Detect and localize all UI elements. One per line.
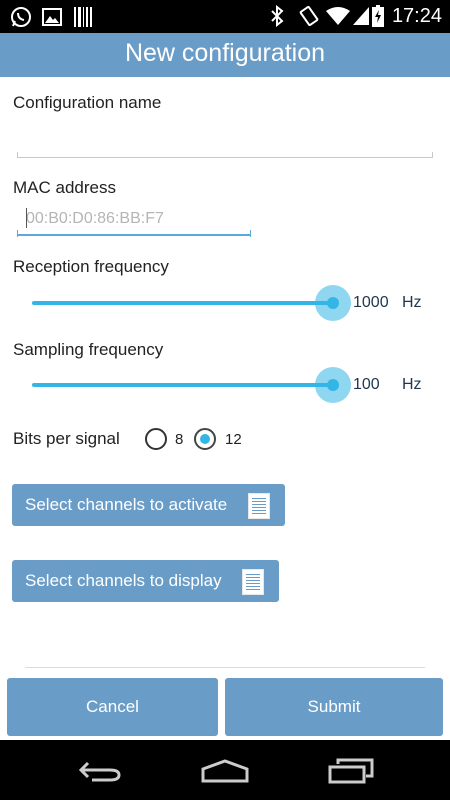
barcode-icon <box>74 7 92 27</box>
slider-track <box>32 301 332 305</box>
radio-selected-dot <box>200 434 210 444</box>
cancel-button-label: Cancel <box>86 697 139 716</box>
radio-bits-12[interactable] <box>194 428 216 450</box>
bits-per-signal-label: Bits per signal <box>13 429 120 448</box>
status-bar: 17:24 <box>0 0 450 33</box>
mac-address-input[interactable] <box>18 204 251 236</box>
bluetooth-icon <box>271 5 284 27</box>
slider-thumb[interactable] <box>327 379 339 391</box>
sampling-frequency-unit: Hz <box>402 376 422 393</box>
battery-icon <box>372 5 384 27</box>
slider-track <box>32 383 332 387</box>
reception-frequency-unit: Hz <box>402 294 422 311</box>
activate-button-label: Select channels to activate <box>25 495 228 514</box>
status-time: 17:24 <box>391 5 442 27</box>
radio-bits-8[interactable] <box>145 428 167 450</box>
select-channels-activate-button[interactable]: Select channels to activate <box>12 484 285 526</box>
display-button-label: Select channels to display <box>25 571 222 590</box>
sampling-frequency-label: Sampling frequency <box>13 340 164 359</box>
action-bar: New configuration <box>0 33 450 77</box>
config-name-field[interactable] <box>17 120 433 158</box>
signal-icon <box>353 7 369 25</box>
config-name-label: Configuration name <box>13 93 162 112</box>
sampling-frequency-value: 100 <box>353 376 380 393</box>
reception-frequency-value: 1000 <box>353 294 389 311</box>
rotate-icon <box>299 5 319 27</box>
mac-field-edge <box>250 230 251 237</box>
list-icon <box>242 569 264 595</box>
whatsapp-icon <box>11 7 31 27</box>
radio-bits-8-label: 8 <box>175 431 184 448</box>
slider-thumb[interactable] <box>327 297 339 309</box>
wifi-icon <box>326 7 350 25</box>
text-cursor <box>26 208 27 228</box>
home-icon[interactable] <box>200 758 250 784</box>
mac-field-edge <box>17 230 18 237</box>
radio-bits-12-label: 12 <box>225 431 242 448</box>
footer-divider <box>25 667 425 668</box>
select-channels-display-button[interactable]: Select channels to display <box>12 560 279 602</box>
gallery-icon <box>42 8 62 26</box>
cancel-button[interactable]: Cancel <box>7 678 218 736</box>
mac-address-label: MAC address <box>13 178 116 197</box>
back-icon[interactable] <box>78 760 122 782</box>
reception-frequency-label: Reception frequency <box>13 257 169 276</box>
submit-button[interactable]: Submit <box>225 678 443 736</box>
recents-icon[interactable] <box>328 758 374 784</box>
list-icon <box>248 493 270 519</box>
navigation-bar <box>0 740 450 800</box>
submit-button-label: Submit <box>307 697 361 716</box>
page-title: New configuration <box>124 39 326 67</box>
